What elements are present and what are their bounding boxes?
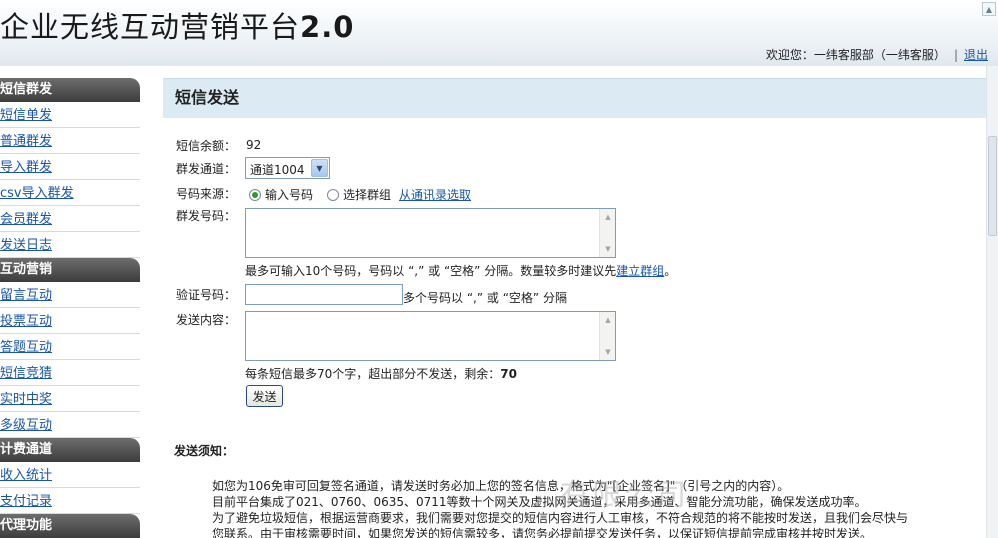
sidebar-item-label[interactable]: 普通群发 xyxy=(0,134,52,149)
sidebar-item-label[interactable]: 支付记录 xyxy=(0,494,52,509)
sidebar-group-agent: 代理功能 xyxy=(0,514,140,538)
send-button[interactable]: 发送 xyxy=(246,385,283,407)
scroll-up-icon[interactable]: ▲ xyxy=(982,2,996,16)
sidebar-item-message[interactable]: 留言互动 xyxy=(0,282,140,308)
app-title: 企业无线互动营销平台2.0 xyxy=(0,4,354,46)
notice-item: 目前平台集成了021、0760、0635、0711等数十个网关及虚拟网关通道，采… xyxy=(212,494,986,510)
sidebar-item-instant-win[interactable]: 实时中奖 xyxy=(0,386,140,412)
sidebar-item-label[interactable]: csv导入群发 xyxy=(0,186,74,201)
sidebar-item-label[interactable]: 导入群发 xyxy=(0,160,52,175)
user-bar: 欢迎您：一纬客服部（一纬客服） | 退出 xyxy=(766,46,988,63)
page-scrollbar-thumb[interactable] xyxy=(988,136,997,236)
content-textarea-scrollbar[interactable]: ▲ ▼ xyxy=(599,312,615,360)
sidebar-item-label[interactable]: 实时中奖 xyxy=(0,392,52,407)
channel-label: 群发通道： xyxy=(176,162,237,176)
sidebar-item-single-sms[interactable]: 短信单发 xyxy=(0,102,140,128)
sidebar-item-income[interactable]: 收入统计 xyxy=(0,462,140,488)
sidebar-item-vote[interactable]: 投票互动 xyxy=(0,308,140,334)
source-radio-group: 输入号码 选择群组 从通讯录选取 xyxy=(249,186,471,203)
content-hint-text: 每条短信最多70个字，超出部分不发送，剩余： xyxy=(245,367,501,381)
header-banner: 企业无线互动营销平台2.0 ▲ 欢迎您：一纬客服部（一纬客服） | 退出 xyxy=(0,0,998,66)
page-title: 短信发送 xyxy=(175,88,240,107)
notice-title: 发送须知： xyxy=(174,444,235,458)
content-hint: 每条短信最多70个字，超出部分不发送，剩余：70 xyxy=(245,365,517,382)
sidebar-item-label[interactable]: 会员群发 xyxy=(0,212,52,227)
numbers-textarea[interactable]: ▲ ▼ xyxy=(245,208,616,258)
verify-hint: 多个号码以 “,” 或 “空格” 分隔 xyxy=(403,291,567,305)
radio-select-group-label[interactable]: 选择群组 xyxy=(343,186,391,203)
main-header: 短信发送 xyxy=(163,78,986,118)
sidebar-item-quiz[interactable]: 答题互动 xyxy=(0,334,140,360)
sidebar-item-normal-mass[interactable]: 普通群发 xyxy=(0,128,140,154)
sidebar-item-csv-import[interactable]: csv导入群发 xyxy=(0,180,140,206)
numbers-hint-text: 最多可输入10个号码，号码以 “,” 或 “空格” 分隔。数量较多时建议先 xyxy=(245,264,617,278)
notice-list: 如您为106免审可回复签名通道，请发送时务必加上您的签名信息，格式为"[企业签名… xyxy=(196,478,986,538)
sidebar-item-label[interactable]: 收入统计 xyxy=(0,468,52,483)
source-label: 号码来源： xyxy=(176,187,237,201)
content-label: 发送内容： xyxy=(176,313,237,327)
scroll-down-icon[interactable]: ▼ xyxy=(601,242,615,256)
chevron-down-icon[interactable]: ▼ xyxy=(311,159,328,177)
welcome-text: 欢迎您：一纬客服部（一纬客服） xyxy=(765,48,946,62)
sidebar-item-guess[interactable]: 短信竞猜 xyxy=(0,360,140,386)
sidebar-item-label[interactable]: 留言互动 xyxy=(0,288,52,303)
content-remaining-count: 70 xyxy=(500,367,517,381)
balance-value: 92 xyxy=(246,138,262,152)
user-bar-separator: | xyxy=(953,48,958,62)
app-window: 企业无线互动营销平台2.0 ▲ 欢迎您：一纬客服部（一纬客服） | 退出 短信群发 … xyxy=(0,0,998,538)
app-title-version: 2.0 xyxy=(300,10,355,44)
sidebar-group-interactive: 互动营销 xyxy=(0,258,140,282)
sidebar: 短信群发 短信单发 普通群发 导入群发 csv导入群发 会员群发 发送日志 互动… xyxy=(0,78,140,538)
verify-label: 验证号码： xyxy=(176,288,237,302)
radio-select-group[interactable] xyxy=(327,188,340,201)
sidebar-group-sms: 短信群发 xyxy=(0,78,140,102)
logout-link[interactable]: 退出 xyxy=(964,48,988,62)
scroll-up-icon[interactable]: ▲ xyxy=(601,210,615,224)
channel-select[interactable]: 通道1004 ▼ xyxy=(245,157,330,179)
sidebar-item-label[interactable]: 投票互动 xyxy=(0,314,52,329)
sidebar-item-label[interactable]: 多级互动 xyxy=(0,418,52,433)
sidebar-item-member-mass[interactable]: 会员群发 xyxy=(0,206,140,232)
app-title-text: 企业无线互动营销平台 xyxy=(0,10,301,44)
notice-item: 您联系。由于审核需要时间，如果您发送的短信需较多，请您务必提前提交发送任务，以保… xyxy=(212,526,986,538)
content-textarea[interactable]: ▲ ▼ xyxy=(245,311,616,361)
sidebar-item-payment[interactable]: 支付记录 xyxy=(0,488,140,514)
numbers-textarea-scrollbar[interactable]: ▲ ▼ xyxy=(599,209,615,257)
numbers-hint: 最多可输入10个号码，号码以 “,” 或 “空格” 分隔。数量较多时建议先建立群… xyxy=(245,262,676,279)
notice-item: 为了避免垃圾短信，根据运营商要求，我们需要对您提交的短信内容进行人工审核，不符合… xyxy=(212,510,986,526)
notice-item: 如您为106免审可回复签名通道，请发送时务必加上您的签名信息，格式为"[企业签名… xyxy=(212,478,986,494)
scroll-down-icon[interactable]: ▼ xyxy=(601,345,615,359)
contacts-select-link[interactable]: 从通讯录选取 xyxy=(399,186,471,203)
sidebar-item-send-log[interactable]: 发送日志 xyxy=(0,232,140,258)
sidebar-item-import-mass[interactable]: 导入群发 xyxy=(0,154,140,180)
numbers-label: 群发号码： xyxy=(176,209,237,223)
verify-input[interactable] xyxy=(245,284,403,305)
radio-input-numbers-label[interactable]: 输入号码 xyxy=(265,186,313,203)
sidebar-item-label[interactable]: 短信单发 xyxy=(0,108,52,123)
balance-label: 短信余额： xyxy=(176,139,237,153)
sidebar-group-billing: 计费通道 xyxy=(0,438,140,462)
channel-select-value: 通道1004 xyxy=(250,163,305,177)
numbers-hint-end: 。 xyxy=(664,264,677,278)
sidebar-item-label[interactable]: 答题互动 xyxy=(0,340,52,355)
sidebar-item-label[interactable]: 短信竞猜 xyxy=(0,366,52,381)
scroll-up-icon[interactable]: ▲ xyxy=(601,313,615,327)
create-group-link[interactable]: 建立群组 xyxy=(616,264,664,278)
radio-input-numbers[interactable] xyxy=(249,188,261,201)
page-scrollbar[interactable] xyxy=(986,66,998,538)
sidebar-item-label[interactable]: 发送日志 xyxy=(0,238,52,253)
sidebar-item-multi-level[interactable]: 多级互动 xyxy=(0,412,140,438)
